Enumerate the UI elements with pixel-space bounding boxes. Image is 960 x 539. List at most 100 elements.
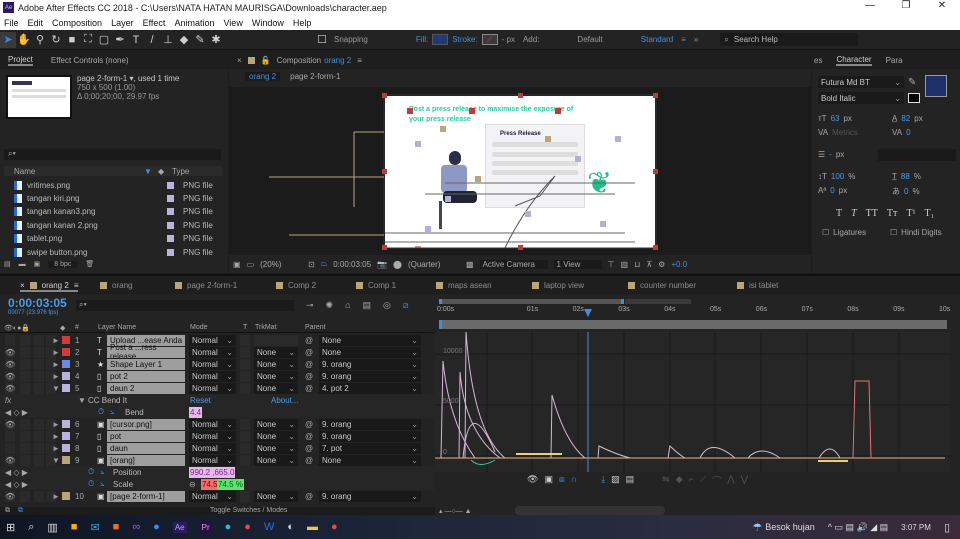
project-item[interactable]: tangan kiri.png PNG file: [4, 192, 214, 204]
expand-arrow-icon[interactable]: ►: [52, 359, 60, 370]
layer-name[interactable]: [cursor.png]: [107, 418, 185, 430]
expand-arrow-icon[interactable]: ►: [52, 419, 60, 430]
timeline-tab[interactable]: Comp 2: [276, 281, 316, 290]
timeline-tab[interactable]: maps asean: [436, 281, 492, 290]
panel-menu-icon[interactable]: ≡: [357, 56, 362, 65]
switch-box[interactable]: [34, 430, 44, 442]
all-caps-button[interactable]: TT: [866, 208, 878, 219]
preserve-transparency-box[interactable]: [240, 382, 250, 394]
weather-icon[interactable]: ☂: [752, 521, 762, 534]
layer-name[interactable]: daun 2: [107, 382, 185, 394]
pick-whip-icon[interactable]: @: [305, 455, 313, 466]
exposure-value[interactable]: +0.0: [671, 260, 687, 269]
new-folder-icon[interactable]: ▬: [19, 261, 26, 268]
trkmat-dropdown[interactable]: None ⌄: [254, 490, 298, 502]
chrome-2-icon[interactable]: ●: [331, 521, 338, 533]
column-trkmat[interactable]: TrkMat: [255, 324, 277, 331]
preserve-transparency-box[interactable]: [240, 442, 250, 454]
eye-toggle-icon[interactable]: 👁: [5, 454, 15, 466]
preserve-transparency-box[interactable]: [240, 490, 250, 502]
comp-timecode[interactable]: 0:00:03:05: [333, 260, 371, 269]
prop-row[interactable]: ◀ ◇ ▶ ⏱ ⦣ Position 990.2 ,665.0: [0, 466, 435, 478]
brush-tool-icon[interactable]: /: [144, 32, 160, 48]
label-swatch[interactable]: [167, 181, 174, 189]
breadcrumb-page-2-form-1[interactable]: page 2-form-1: [290, 72, 340, 81]
layer-row[interactable]: 👁 ▼ 5 ▯ daun 2 Normal ⌄ None ⌄ @4. pot 2 ⌄: [0, 382, 435, 394]
collapse-arrow-icon[interactable]: ▼: [78, 395, 86, 406]
reset-link[interactable]: Reset: [190, 395, 211, 406]
mode-dropdown[interactable]: Normal ⌄: [189, 358, 236, 370]
comp-viewer[interactable]: Post a press release to maximise the exp…: [229, 87, 811, 255]
trash-icon[interactable]: 🗑: [85, 260, 94, 268]
switch-box[interactable]: [34, 334, 44, 346]
new-composition-icon[interactable]: ▣: [34, 260, 41, 268]
label-color[interactable]: [62, 492, 70, 500]
switch-box[interactable]: [20, 454, 30, 466]
draft-3d-icon[interactable]: ✺: [326, 300, 334, 311]
chrome-icon[interactable]: ●: [244, 521, 251, 533]
puppet-pin-tool-icon[interactable]: ✱: [208, 32, 224, 48]
lock-icon[interactable]: 🔓: [261, 56, 271, 65]
layer-row[interactable]: ► 8 ▯ daun Normal ⌄ None ⌄ @7. pot ⌄: [0, 442, 435, 454]
pen-tool-icon[interactable]: ✒: [112, 32, 128, 48]
menu-animation[interactable]: Animation: [174, 18, 214, 28]
tab-character[interactable]: Character: [836, 55, 872, 66]
rectangle-tool-icon[interactable]: ▢: [96, 32, 112, 48]
timeline-icon[interactable]: ⊔: [634, 260, 640, 269]
clock[interactable]: 3:07 PM: [901, 523, 931, 532]
after-effects-icon[interactable]: Ae: [172, 521, 187, 533]
label-swatch[interactable]: [167, 248, 174, 256]
collapse-arrow-icon[interactable]: ▼: [52, 383, 60, 394]
menu-effect[interactable]: Effect: [143, 18, 166, 28]
tab-paragraph[interactable]: Para: [886, 56, 903, 65]
preserve-transparency-box[interactable]: [240, 334, 250, 346]
timeline-timecode[interactable]: 0:00:03:05: [8, 296, 67, 310]
timeline-tab[interactable]: × orang 2 ≡: [20, 281, 79, 292]
parent-dropdown[interactable]: 9. orang ⌄: [319, 358, 421, 370]
resolution-dropdown[interactable]: (Quarter): [408, 260, 460, 269]
snapshot-icon[interactable]: 📷: [377, 260, 387, 269]
mode-dropdown[interactable]: Normal ⌄: [189, 382, 236, 394]
leading-value[interactable]: 82: [901, 114, 910, 123]
column-layer-name[interactable]: Layer Name: [98, 324, 136, 331]
label-swatch[interactable]: [167, 235, 174, 243]
column-name[interactable]: Name: [14, 167, 144, 176]
mode-dropdown[interactable]: Normal ⌄: [189, 346, 236, 358]
preserve-transparency-box[interactable]: [240, 358, 250, 370]
timeline-tab[interactable]: laptop view: [532, 281, 584, 290]
exposure-icon[interactable]: ⚙: [658, 260, 665, 269]
eye-toggle-icon[interactable]: [5, 430, 15, 442]
layer-row[interactable]: 👁 ► 4 ▯ pot 2 Normal ⌄ None ⌄ @9. orang ⌄: [0, 370, 435, 382]
layer-search-input[interactable]: ⌕▾: [76, 300, 294, 311]
transparency-grid-icon[interactable]: ▩: [466, 260, 474, 269]
preserve-transparency-box[interactable]: [240, 454, 250, 466]
eye-toggle-icon[interactable]: [5, 442, 15, 454]
property-value[interactable]: 990.2 ,665.0: [189, 466, 236, 478]
keyframe-navigator[interactable]: ◀ ◇ ▶: [5, 479, 28, 490]
switch-box[interactable]: [34, 382, 44, 394]
parent-dropdown[interactable]: None ⌄: [319, 346, 421, 358]
stroke-swatch[interactable]: ⟋: [481, 34, 498, 45]
switch-box[interactable]: [20, 358, 30, 370]
parent-dropdown[interactable]: 7. pot ⌄: [319, 442, 421, 454]
horizontal-scale-value[interactable]: 88: [901, 172, 910, 181]
effect-row[interactable]: fx ▼ CC Bend It Reset About...: [0, 394, 435, 406]
layer-row[interactable]: ► 1 T Upload ...ease Anda Normal ⌄ @ None ⌄: [0, 334, 435, 346]
fill-swatch[interactable]: [432, 34, 449, 45]
separate-dimensions-icon[interactable]: ⇋: [662, 474, 670, 487]
fill-color-swatch[interactable]: [925, 75, 947, 97]
font-family-dropdown[interactable]: Futura Md BT ⌄: [818, 76, 904, 88]
easy-ease-icon[interactable]: ⋀: [727, 474, 734, 487]
timeline-scrollbar[interactable]: [515, 506, 665, 515]
workspace-default[interactable]: Default: [577, 35, 602, 44]
task-view-icon[interactable]: ▥: [47, 521, 57, 534]
mode-dropdown[interactable]: Normal ⌄: [189, 454, 236, 466]
fit-all-icon[interactable]: ▤: [626, 474, 635, 487]
expand-icon[interactable]: ⧉: [18, 507, 23, 515]
tray-icons[interactable]: ^ ▭ ▤ 🔊 ◢ ▤: [828, 522, 888, 533]
layer-name[interactable]: pot: [107, 430, 185, 442]
mode-dropdown[interactable]: Normal ⌄: [189, 430, 236, 442]
hand-tool-icon[interactable]: ✋: [16, 32, 32, 48]
hold-icon[interactable]: ⌐: [689, 474, 694, 487]
graph-editor-icon[interactable]: ⧄: [403, 300, 409, 311]
